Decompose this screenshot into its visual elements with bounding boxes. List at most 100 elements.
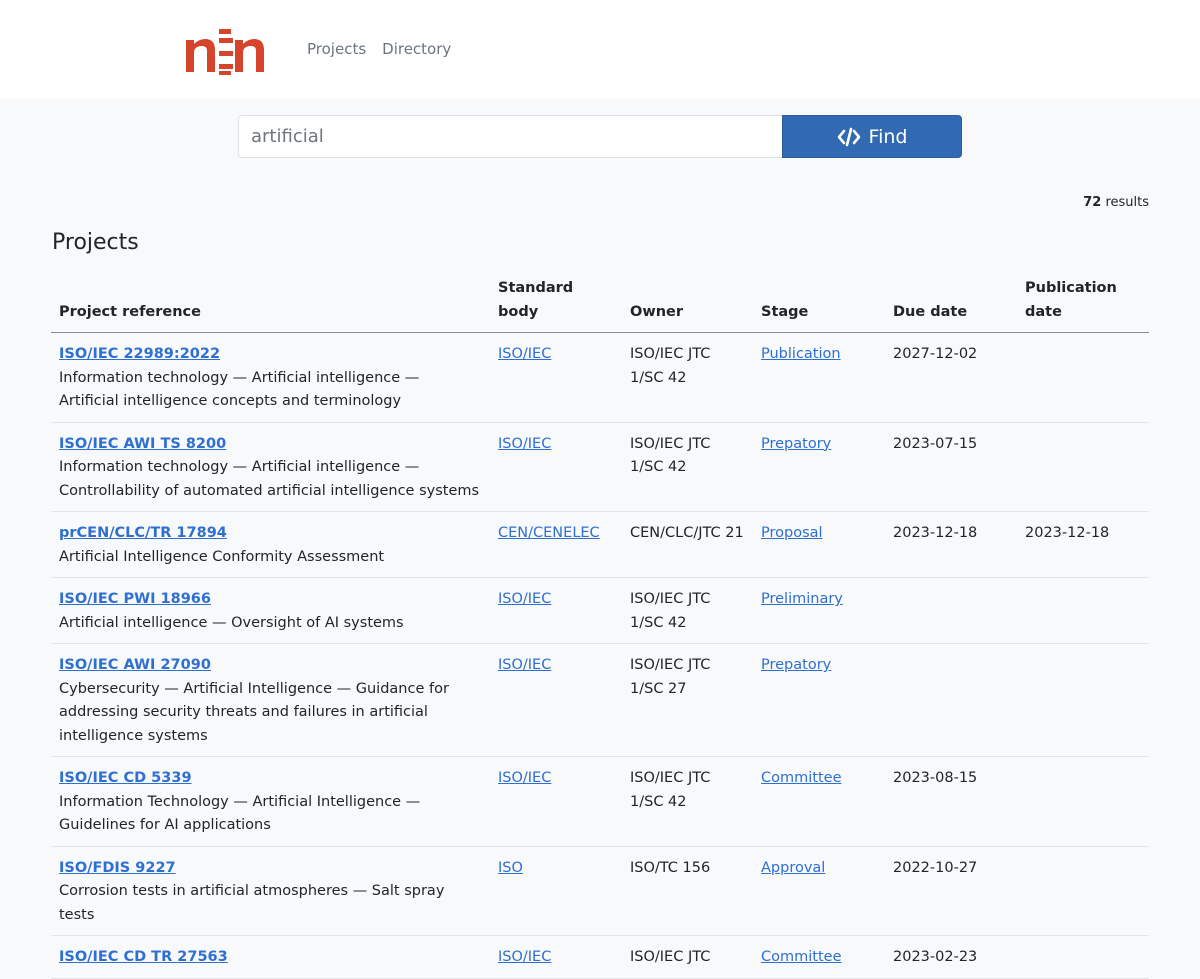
cell-publication-date	[1017, 422, 1149, 512]
cell-standard-body: CEN/CENELEC	[490, 511, 622, 578]
cell-owner: ISO/IEC JTC 1/SC 42	[622, 577, 753, 644]
search-input[interactable]	[238, 115, 782, 158]
table-row: ISO/IEC AWI TS 8200 Information technolog…	[51, 422, 1149, 512]
cell-reference: ISO/IEC 22989:2022 Information technology…	[51, 332, 490, 423]
find-button[interactable]: Find	[782, 115, 962, 158]
project-description: Information Technology — Artificial Inte…	[59, 793, 421, 834]
col-publication-date: Publication date	[1017, 270, 1149, 333]
section-title: Projects	[52, 230, 139, 255]
table-row: ISO/IEC CD TR 27563 ISO/IEC ISO/IEC JTC Com…	[51, 935, 1149, 979]
cell-due-date	[885, 643, 1017, 757]
code-icon	[837, 127, 860, 146]
project-reference-link[interactable]: ISO/IEC AWI 27090	[59, 657, 211, 673]
cell-stage: Committee	[753, 935, 885, 979]
cell-due-date: 2022-10-27	[885, 846, 1017, 936]
standard-body-link[interactable]: ISO/IEC	[498, 657, 551, 673]
projects-table: Project reference Standard body Owner St…	[51, 270, 1149, 979]
cell-due-date: 2023-08-15	[885, 756, 1017, 847]
cell-standard-body: ISO	[490, 846, 622, 936]
cell-reference: ISO/IEC PWI 18966 Artificial intelligence…	[51, 577, 490, 644]
col-owner: Owner	[622, 270, 753, 333]
table-header-row: Project reference Standard body Owner St…	[51, 270, 1149, 333]
project-reference-link[interactable]: ISO/IEC CD 5339	[59, 770, 192, 786]
standard-body-link[interactable]: ISO	[498, 860, 523, 876]
cell-owner: ISO/IEC JTC 1/SC 42	[622, 422, 753, 512]
stage-link[interactable]: Preliminary	[761, 591, 843, 607]
cell-reference: ISO/IEC CD 5339 Information Technology — …	[51, 756, 490, 847]
cell-stage: Committee	[753, 756, 885, 847]
standard-body-link[interactable]: ISO/IEC	[498, 770, 551, 786]
table-body: ISO/IEC 22989:2022 Information technology…	[51, 332, 1149, 979]
nav-directory[interactable]: Directory	[382, 40, 451, 58]
cell-reference: ISO/FDIS 9227 Corrosion tests in artifici…	[51, 846, 490, 936]
cell-reference: ISO/IEC AWI TS 8200 Information technolog…	[51, 422, 490, 512]
project-description: Information technology — Artificial inte…	[59, 369, 420, 410]
cell-owner: ISO/TC 156	[622, 846, 753, 936]
cell-owner: ISO/IEC JTC 1/SC 42	[622, 756, 753, 847]
standard-body-link[interactable]: CEN/CENELEC	[498, 525, 600, 541]
project-reference-link[interactable]: prCEN/CLC/TR 17894	[59, 525, 227, 541]
results-suffix: results	[1105, 195, 1149, 210]
cell-publication-date	[1017, 846, 1149, 936]
cell-publication-date	[1017, 577, 1149, 644]
project-reference-link[interactable]: ISO/IEC AWI TS 8200	[59, 436, 226, 452]
cell-standard-body: ISO/IEC	[490, 756, 622, 847]
cell-owner: CEN/CLC/JTC 21	[622, 511, 753, 578]
search-bar: Find	[238, 115, 962, 158]
standard-body-link[interactable]: ISO/IEC	[498, 949, 551, 965]
main-nav: Projects Directory	[307, 40, 451, 58]
cell-owner: ISO/IEC JTC	[622, 935, 753, 979]
standard-body-link[interactable]: ISO/IEC	[498, 436, 551, 452]
col-project-reference: Project reference	[51, 270, 490, 333]
stage-link[interactable]: Approval	[761, 860, 825, 876]
cell-reference: ISO/IEC CD TR 27563	[51, 935, 490, 979]
cell-publication-date	[1017, 643, 1149, 757]
cell-owner: ISO/IEC JTC 1/SC 27	[622, 643, 753, 757]
cell-due-date: 2023-12-18	[885, 511, 1017, 578]
cell-stage: Approval	[753, 846, 885, 936]
site-header: Projects Directory	[0, 0, 1200, 99]
stage-link[interactable]: Prepatory	[761, 657, 831, 673]
stage-link[interactable]: Proposal	[761, 525, 823, 541]
cell-stage: Preliminary	[753, 577, 885, 644]
cell-standard-body: ISO/IEC	[490, 577, 622, 644]
cell-reference: prCEN/CLC/TR 17894 Artificial Intelligenc…	[51, 511, 490, 578]
cell-publication-date: 2023-12-18	[1017, 511, 1149, 578]
cell-due-date: 2027-12-02	[885, 332, 1017, 423]
table-row: ISO/IEC 22989:2022 Information technology…	[51, 332, 1149, 423]
table-row: ISO/IEC PWI 18966 Artificial intelligence…	[51, 577, 1149, 644]
col-standard-body: Standard body	[490, 270, 622, 333]
nav-projects[interactable]: Projects	[307, 40, 366, 58]
stage-link[interactable]: Prepatory	[761, 436, 831, 452]
table-row: ISO/IEC CD 5339 Information Technology — …	[51, 756, 1149, 847]
cell-stage: Publication	[753, 332, 885, 423]
project-description: Cybersecurity — Artificial Intelligence …	[59, 680, 449, 744]
nen-logo[interactable]	[183, 26, 265, 76]
find-button-label: Find	[868, 125, 908, 148]
cell-publication-date	[1017, 332, 1149, 423]
cell-standard-body: ISO/IEC	[490, 332, 622, 423]
project-reference-link[interactable]: ISO/IEC 22989:2022	[59, 346, 220, 362]
standard-body-link[interactable]: ISO/IEC	[498, 591, 551, 607]
col-stage: Stage	[753, 270, 885, 333]
project-reference-link[interactable]: ISO/IEC PWI 18966	[59, 591, 211, 607]
standard-body-link[interactable]: ISO/IEC	[498, 346, 551, 362]
table-row: prCEN/CLC/TR 17894 Artificial Intelligenc…	[51, 511, 1149, 578]
project-reference-link[interactable]: ISO/IEC CD TR 27563	[59, 949, 228, 965]
stage-link[interactable]: Committee	[761, 949, 842, 965]
stage-link[interactable]: Publication	[761, 346, 841, 362]
project-description: Artificial intelligence — Oversight of A…	[59, 614, 404, 631]
results-count: 72 results	[1083, 195, 1149, 210]
table-row: ISO/FDIS 9227 Corrosion tests in artifici…	[51, 846, 1149, 936]
stage-link[interactable]: Committee	[761, 770, 842, 786]
cell-stage: Prepatory	[753, 422, 885, 512]
cell-due-date	[885, 577, 1017, 644]
col-due-date: Due date	[885, 270, 1017, 333]
cell-stage: Prepatory	[753, 643, 885, 757]
cell-standard-body: ISO/IEC	[490, 422, 622, 512]
project-reference-link[interactable]: ISO/FDIS 9227	[59, 860, 176, 876]
cell-publication-date	[1017, 756, 1149, 847]
cell-owner: ISO/IEC JTC 1/SC 42	[622, 332, 753, 423]
cell-stage: Proposal	[753, 511, 885, 578]
cell-publication-date	[1017, 935, 1149, 979]
